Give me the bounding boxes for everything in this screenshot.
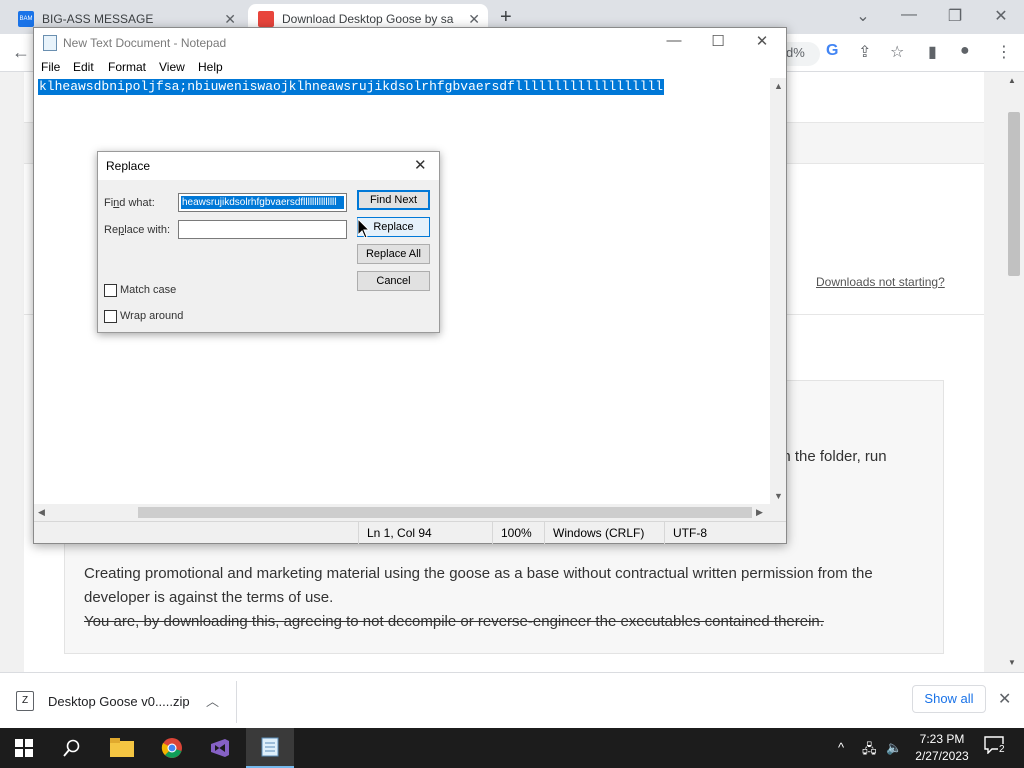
notepad-title-bar[interactable]: New Text Document - Notepad — ☐ ✕ [34, 28, 786, 58]
menu-edit[interactable]: Edit [73, 60, 94, 74]
terms-notice: Creating promotional and marketing mater… [84, 562, 934, 634]
menu-help[interactable]: Help [198, 60, 223, 74]
show-all-button[interactable]: Show all [912, 685, 986, 713]
network-icon[interactable]: 🖧 [862, 740, 877, 762]
menu-view[interactable]: View [159, 60, 185, 74]
new-tab-icon[interactable]: + [500, 6, 512, 29]
terms-line: Creating promotional and marketing mater… [84, 565, 873, 606]
replace-with-input[interactable] [178, 220, 347, 239]
notification-center-button[interactable]: 2 [984, 736, 1012, 760]
download-shelf: Z Desktop Goose v0.....zip ︿ Show all ✕ [0, 672, 1024, 728]
notification-count: 2 [998, 744, 1006, 755]
zoom-level: 100% [492, 522, 544, 544]
scroll-down-arrow-icon[interactable]: ▼ [774, 491, 783, 501]
horizontal-scrollbar-thumb[interactable] [138, 507, 752, 518]
tab-search-chevron-icon[interactable]: ⌄ [840, 6, 886, 26]
find-what-input[interactable]: heawsrujikdsolrhfgbvaersdfllllllllllllll… [178, 193, 347, 212]
folder-icon [110, 738, 134, 757]
tab-close-icon[interactable]: ✕ [224, 11, 236, 28]
match-case-checkbox[interactable] [104, 284, 117, 297]
minimize-icon[interactable]: — [886, 6, 932, 24]
close-icon[interactable]: ✕ [414, 156, 427, 174]
restore-icon[interactable]: ❐ [932, 6, 978, 26]
status-bar: Ln 1, Col 94 100% Windows (CRLF) UTF-8 [34, 521, 786, 544]
horizontal-scrollbar[interactable]: ◀ ▶ [34, 504, 770, 521]
cancel-button[interactable]: Cancel [357, 271, 430, 291]
tab-close-icon[interactable]: ✕ [468, 11, 480, 28]
side-panel-icon[interactable]: ▮ [928, 42, 937, 62]
divider [236, 681, 237, 723]
notepad-icon [261, 737, 279, 757]
notepad-icon [43, 35, 57, 51]
replace-dialog: Replace ✕ Find what: heawsrujikdsolrhfgb… [97, 151, 440, 333]
taskbar: ^ 🖧 🔈 7:23 PM 2/27/2023 2 [0, 728, 1024, 768]
page-scrollbar[interactable]: ▲ ▼ [1004, 72, 1024, 672]
line-ending: Windows (CRLF) [544, 522, 664, 544]
download-file-name: Desktop Goose v0.....zip [48, 693, 190, 709]
minimize-icon[interactable]: — [654, 32, 694, 54]
find-what-label: Find what: [104, 197, 155, 209]
maximize-icon[interactable]: ☐ [698, 32, 738, 54]
show-hidden-icons-icon[interactable]: ^ [838, 740, 844, 755]
cursor-position: Ln 1, Col 94 [358, 522, 492, 544]
scroll-right-arrow-icon[interactable]: ▶ [756, 507, 763, 518]
vertical-scrollbar[interactable]: ▲ ▼ [770, 78, 786, 504]
downloads-not-starting-link[interactable]: Downloads not starting? [816, 275, 945, 289]
scrollbar-corner [770, 504, 786, 521]
chevron-up-icon[interactable]: ︿ [206, 691, 219, 710]
close-icon[interactable]: ✕ [742, 32, 782, 54]
search-button[interactable] [48, 728, 96, 768]
page-scrollbar-thumb[interactable] [1008, 112, 1020, 276]
chrome-menu-icon[interactable]: ⋮ [996, 42, 1012, 62]
wrap-around-label: Wrap around [120, 310, 184, 322]
find-what-value: heawsrujikdsolrhfgbvaersdfllllllllllllll… [181, 196, 344, 209]
visual-studio-icon [211, 739, 229, 757]
scroll-down-arrow-icon[interactable]: ▼ [1008, 658, 1016, 667]
system-clock[interactable]: 7:23 PM 2/27/2023 [910, 731, 974, 765]
chrome-taskbar-button[interactable] [148, 728, 196, 768]
chrome-icon [161, 738, 182, 758]
google-lens-icon[interactable]: G [826, 42, 838, 60]
zip-file-icon: Z [16, 691, 34, 711]
clock-date: 2/27/2023 [915, 749, 969, 763]
start-button[interactable] [0, 728, 48, 768]
volume-icon[interactable]: 🔈 [886, 740, 902, 756]
tab-title: Download Desktop Goose by sa [282, 12, 454, 26]
windows-logo-icon [15, 739, 33, 757]
match-case-label: Match case [120, 284, 177, 296]
download-item[interactable]: Z Desktop Goose v0.....zip [16, 685, 190, 717]
selected-text[interactable]: klheawsdbnipoljfsa;nbiuweniswaojklhneaws… [38, 79, 665, 95]
wrap-around-checkbox[interactable] [104, 310, 117, 323]
encoding: UTF-8 [664, 522, 770, 544]
terms-line-struck: You are, by downloading this, agreeing t… [84, 613, 824, 630]
window-title: New Text Document - Notepad [63, 36, 227, 50]
mouse-cursor-icon [357, 218, 371, 239]
profile-avatar-icon[interactable]: ● [960, 42, 970, 60]
share-icon[interactable]: ⇪ [858, 42, 871, 62]
goose-favicon-icon [258, 11, 274, 27]
search-icon [63, 739, 80, 757]
find-next-button[interactable]: Find Next [357, 190, 430, 210]
close-shelf-icon[interactable]: ✕ [998, 689, 1011, 709]
notepad-menu-bar: File Edit Format View Help [34, 58, 786, 78]
visual-studio-button[interactable] [196, 728, 244, 768]
close-icon[interactable]: ✕ [978, 6, 1024, 26]
back-arrow-icon[interactable]: ← [12, 42, 30, 63]
replace-with-label: Replace with: [104, 224, 171, 236]
bookmark-star-icon[interactable]: ☆ [890, 42, 904, 62]
bam-favicon-icon: BAM [18, 11, 34, 27]
dialog-title: Replace [106, 159, 151, 173]
instructions-text: en the folder, run [774, 448, 887, 465]
scroll-up-arrow-icon[interactable]: ▲ [1008, 76, 1016, 85]
replace-all-button[interactable]: Replace All [357, 244, 430, 264]
scroll-up-arrow-icon[interactable]: ▲ [774, 81, 783, 91]
menu-file[interactable]: File [41, 60, 60, 74]
file-explorer-button[interactable] [98, 728, 146, 768]
tab-title: BIG-ASS MESSAGE [42, 12, 154, 26]
clock-time: 7:23 PM [919, 732, 965, 746]
dialog-title-bar[interactable]: Replace ✕ [98, 152, 439, 180]
menu-format[interactable]: Format [108, 60, 146, 74]
scroll-left-arrow-icon[interactable]: ◀ [38, 507, 45, 518]
notepad-taskbar-button[interactable] [246, 728, 294, 768]
